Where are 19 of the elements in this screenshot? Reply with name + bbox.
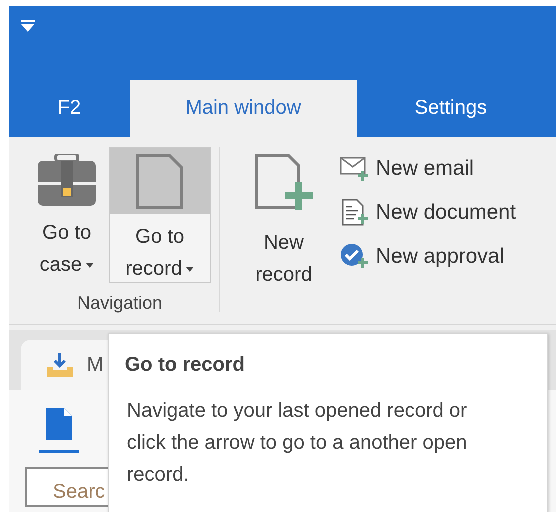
ribbon-small-button[interactable]: New document — [340, 195, 516, 231]
approval-add-icon — [340, 243, 368, 271]
download-tray-icon — [47, 353, 73, 377]
document-add-icon — [340, 199, 368, 227]
ribbon-small-button[interactable]: New email — [340, 151, 516, 187]
ribbon-button[interactable]: Go to case — [29, 147, 105, 283]
ribbon-tab[interactable]: Settings — [357, 80, 545, 137]
ribbon-tab[interactable]: F2 — [9, 80, 130, 137]
tooltip-text: Navigate to your last opened record or click the arrow to go to a another open record. — [127, 399, 468, 488]
ribbon-button[interactable]: New record — [246, 147, 322, 283]
ribbon-tab[interactable]: Main window — [130, 80, 357, 137]
briefcase-icon — [38, 154, 96, 206]
ribbon-button[interactable]: Go to record — [109, 147, 211, 283]
group-label: Navigation — [77, 293, 163, 314]
quick-access-icon[interactable] — [21, 20, 35, 32]
email-add-icon — [340, 156, 368, 182]
document-icon — [136, 154, 184, 210]
ribbon-small-button[interactable]: New approval — [340, 239, 516, 275]
document-icon[interactable] — [46, 408, 72, 440]
